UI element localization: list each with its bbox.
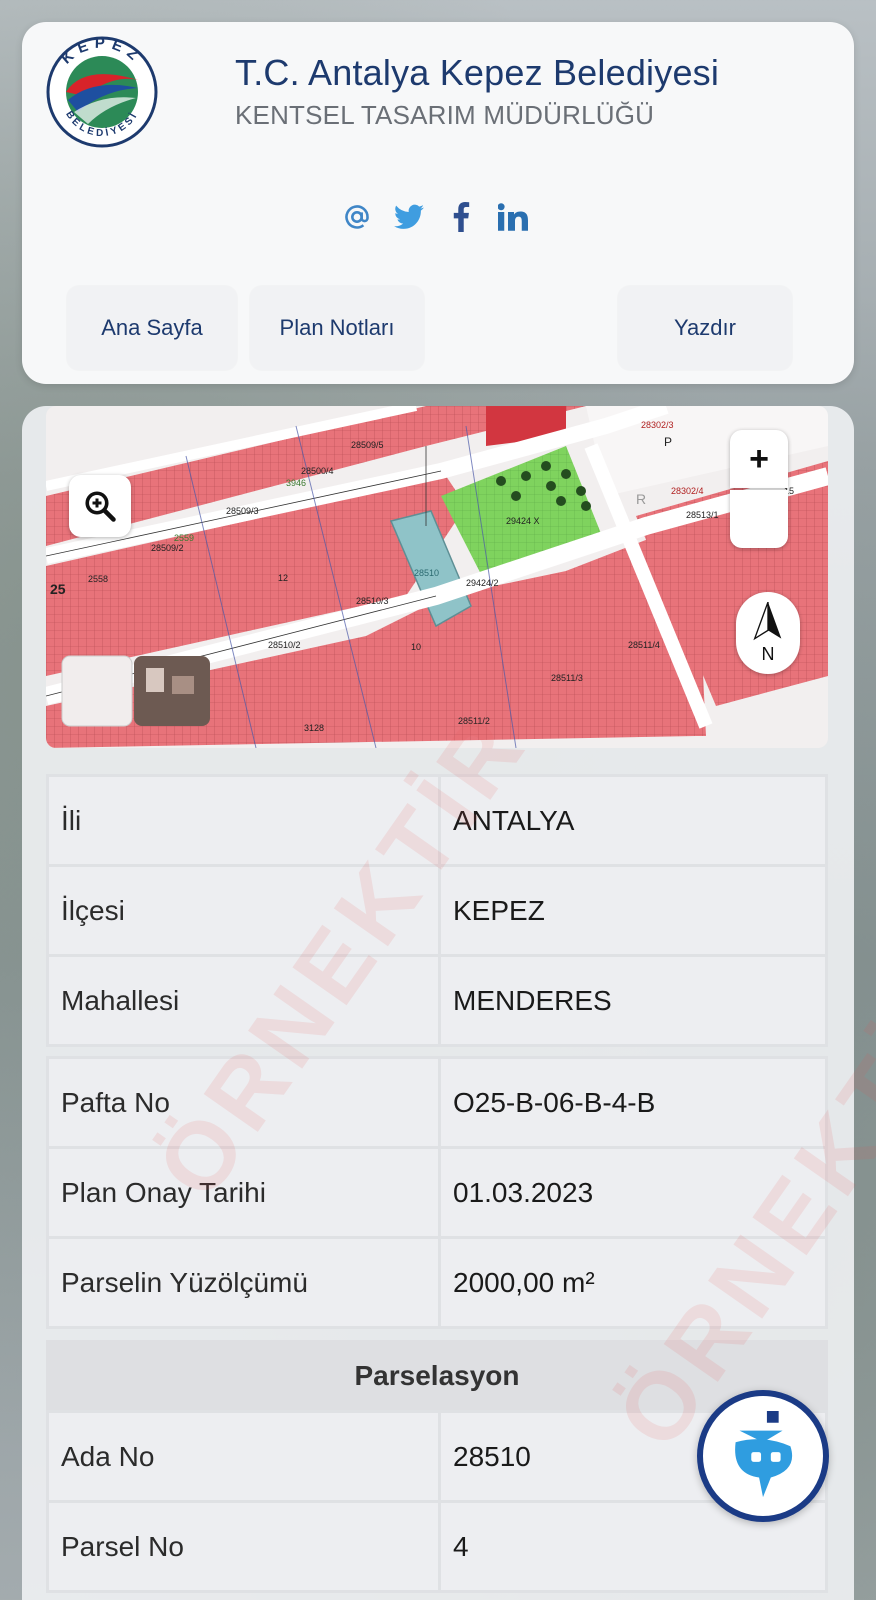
plan-notes-button[interactable]: Plan Notları [250, 286, 424, 370]
linkedin-icon[interactable] [496, 200, 530, 234]
map-label: 28511/3 [551, 673, 583, 683]
map-label: 28510 [414, 568, 439, 578]
home-button[interactable]: Ana Sayfa [67, 286, 237, 370]
district-value: KEPEZ [438, 864, 828, 957]
assistant-chat-button[interactable] [697, 1390, 829, 1522]
district-label: İlçesi [46, 864, 441, 957]
zoom-in-button[interactable]: + [730, 430, 788, 488]
map-label: 28509/2 [151, 543, 184, 553]
table-row: İlçesi KEPEZ [46, 864, 828, 957]
map-label: R [636, 491, 646, 507]
north-arrow-button[interactable]: N [736, 592, 800, 674]
parcel-no-label: Parsel No [46, 1500, 441, 1593]
plan-table: Pafta No O25-B-06-B-4-B Plan Onay Tarihi… [46, 1056, 828, 1329]
zoning-map[interactable]: 28302/3 28302/4 28509/5 28500/4 28509/3 … [46, 406, 828, 748]
map-label: 2558 [88, 574, 108, 584]
approval-date-value: 01.03.2023 [438, 1146, 828, 1239]
table-row: Plan Onay Tarihi 01.03.2023 [46, 1146, 828, 1239]
map-label: 25 [50, 581, 66, 597]
page-subtitle: KENTSEL TASARIM MÜDÜRLÜĞÜ [235, 100, 655, 130]
at-icon[interactable] [340, 200, 374, 234]
map-label: 28510/2 [268, 640, 301, 650]
neighborhood-value: MENDERES [438, 954, 828, 1047]
social-links [340, 200, 530, 234]
map-label: 28511/4 [628, 640, 660, 650]
map-label: 28510/3 [356, 596, 389, 606]
header-card: KEPEZ BELEDİYESİ T.C. Antalya Kepez Bele… [22, 22, 854, 384]
province-label: İli [46, 774, 441, 867]
map-label: 28511/2 [458, 716, 490, 726]
kepez-logo: KEPEZ BELEDİYESİ [44, 34, 160, 150]
approval-date-label: Plan Onay Tarihi [46, 1146, 441, 1239]
location-table: İli ANTALYA İlçesi KEPEZ Mahallesi MENDE… [46, 774, 828, 1047]
map-label: 28302/4 [671, 486, 704, 496]
map-label: 28513/1 [686, 510, 719, 520]
map-label: 28500/4 [301, 466, 334, 476]
assistant-bot-icon [735, 1411, 793, 1498]
table-row: Parsel No 4 [46, 1500, 828, 1593]
map-label: 3946 [286, 478, 306, 488]
page-title: T.C. Antalya Kepez Belediyesi [235, 52, 720, 93]
map-label: 12 [278, 573, 288, 583]
map-label: 10 [411, 642, 421, 652]
map-label: 28509/5 [351, 440, 384, 450]
table-row: İli ANTALYA [46, 774, 828, 867]
map-label: 2559 [174, 533, 194, 543]
map-label: 28509/3 [226, 506, 259, 516]
map-label: 3128 [304, 723, 324, 733]
twitter-icon[interactable] [392, 200, 426, 234]
map-label: P [664, 435, 672, 449]
print-button[interactable]: Yazdır [618, 286, 792, 370]
sheet-no-value: O25-B-06-B-4-B [438, 1056, 828, 1149]
map-label: 28302/3 [641, 420, 674, 430]
table-row: Parselin Yüzölçümü 2000,00 m² [46, 1236, 828, 1329]
facebook-icon[interactable] [444, 200, 478, 234]
zoom-magnifier-icon [85, 491, 116, 522]
province-value: ANTALYA [438, 774, 828, 867]
table-row: Pafta No O25-B-06-B-4-B [46, 1056, 828, 1149]
map-label: 29424/2 [466, 578, 499, 588]
compass-arrow-icon [753, 601, 782, 640]
sheet-no-label: Pafta No [46, 1056, 441, 1149]
map-search-zoom-button[interactable] [69, 475, 131, 537]
table-row: Mahallesi MENDERES [46, 954, 828, 1047]
parcel-area-label: Parselin Yüzölçümü [46, 1236, 441, 1329]
neighborhood-label: Mahallesi [46, 954, 441, 1047]
parcel-section-heading: Parselasyon [46, 1340, 828, 1412]
map-label: 29424 X [506, 516, 540, 526]
north-label: N [761, 643, 775, 664]
zoom-out-button[interactable] [730, 490, 788, 548]
parcel-area-value: 2000,00 m² [438, 1236, 828, 1329]
block-no-label: Ada No [46, 1410, 441, 1503]
